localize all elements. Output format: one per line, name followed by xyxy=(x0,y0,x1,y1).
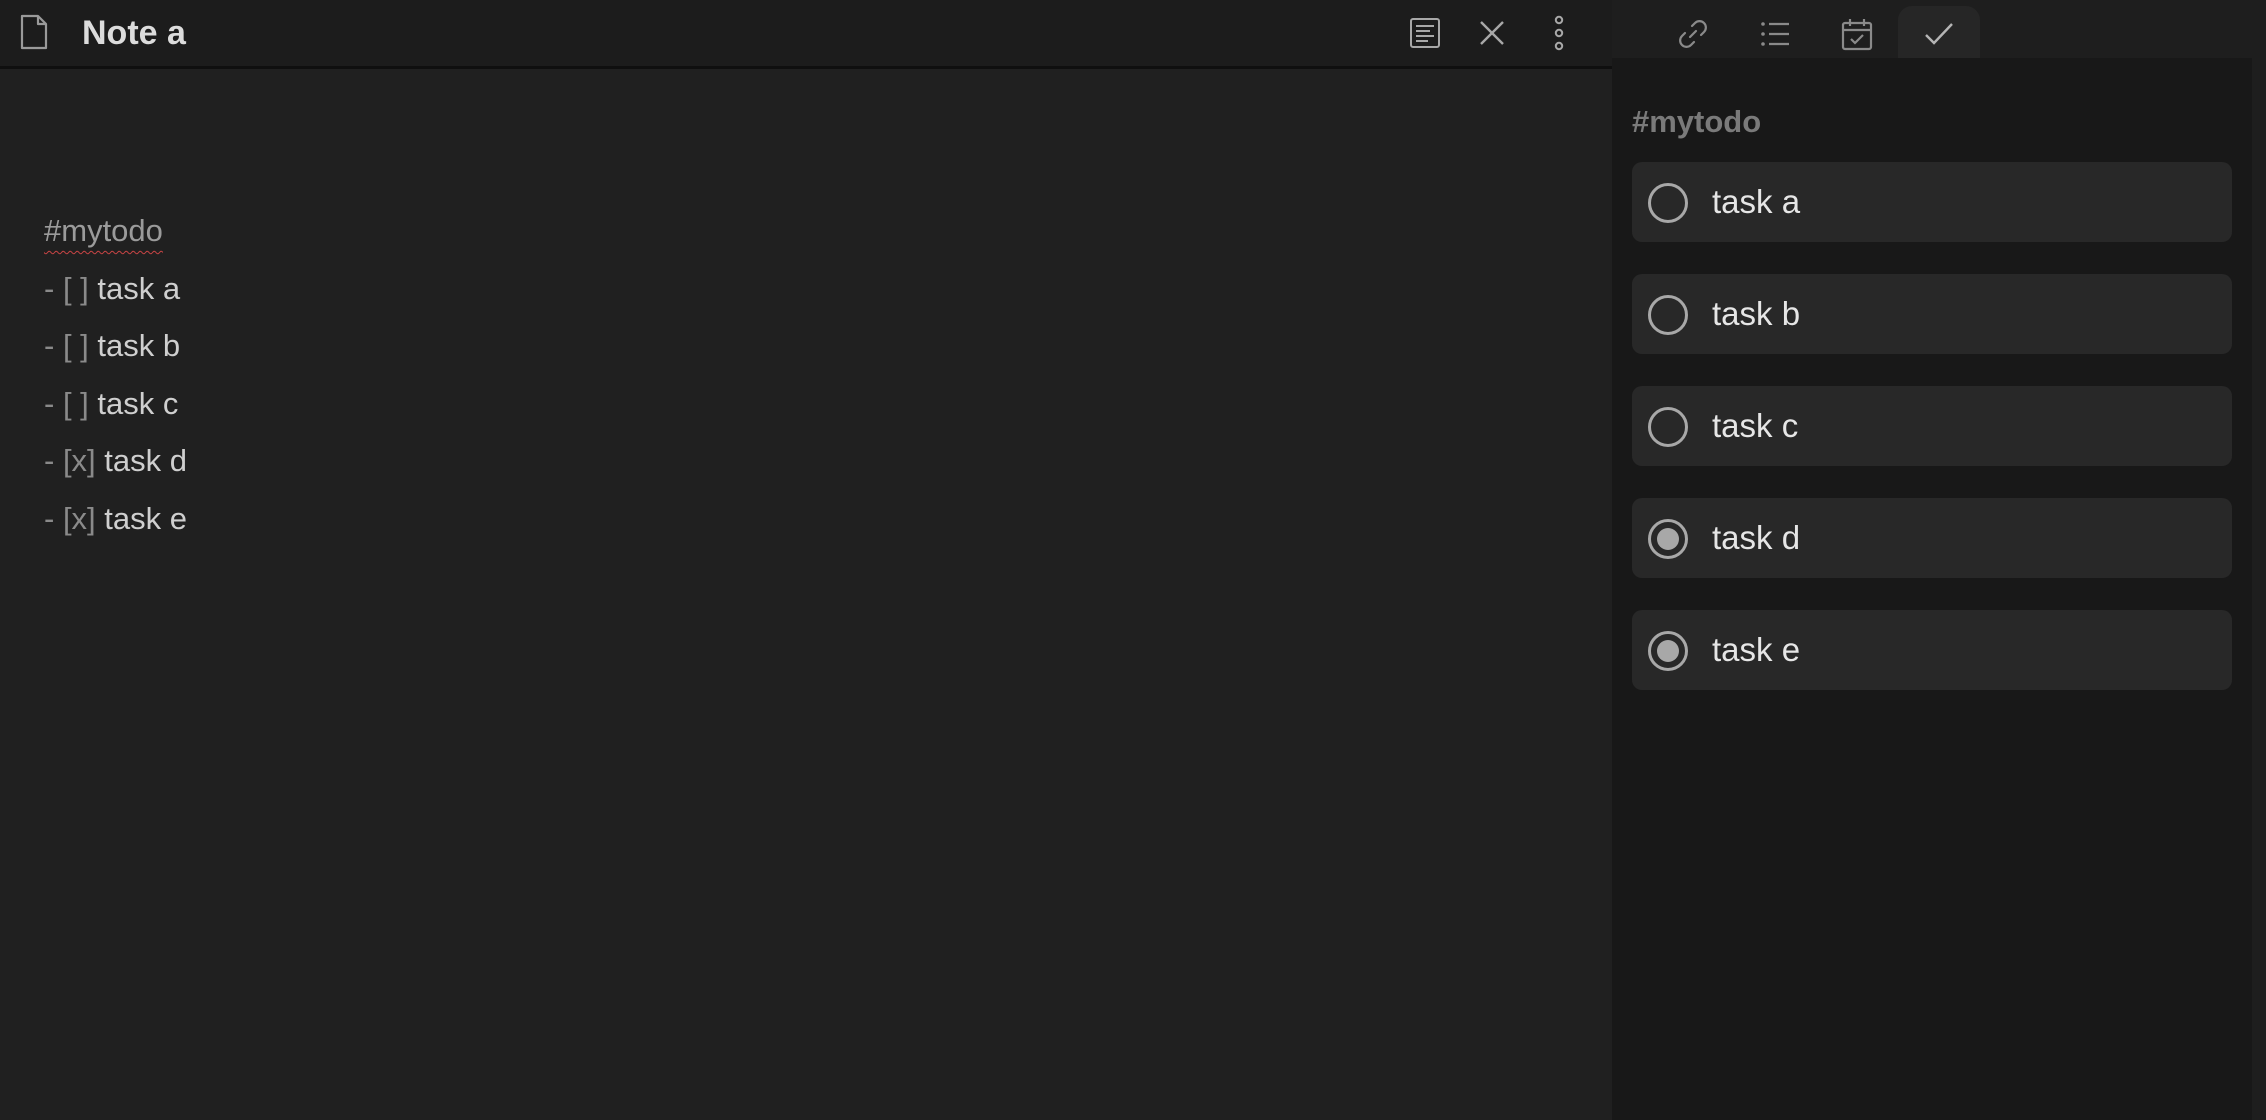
task-item[interactable]: task e xyxy=(1632,610,2232,690)
task-checkbox[interactable] xyxy=(1648,631,1688,671)
list-marker: - xyxy=(44,385,63,421)
note-title[interactable]: Note a xyxy=(82,10,186,56)
editor-line-task[interactable]: - [ ] task c xyxy=(44,381,187,439)
sidebar-edge xyxy=(2252,58,2266,1120)
note-editor[interactable]: #mytodo - [ ] task a - [ ] task b - [ ] … xyxy=(44,208,187,553)
list-marker: - xyxy=(44,500,63,536)
editor-line-tag[interactable]: #mytodo xyxy=(44,208,187,266)
tasks-tag-heading: #mytodo xyxy=(1632,104,1762,139)
checkbox-markup: [ ] xyxy=(62,385,89,421)
editor-pane: Note a #mytodo - [ ] task a - [] task b… xyxy=(0,0,1612,1120)
note-header: Note a xyxy=(0,0,1612,69)
task-item[interactable]: task a xyxy=(1632,162,2232,242)
editor-line-task[interactable]: - [ ] task b xyxy=(44,323,187,381)
task-item[interactable]: task b xyxy=(1632,274,2232,354)
tab-tasks[interactable] xyxy=(1898,6,1980,58)
task-checkbox[interactable] xyxy=(1648,519,1688,559)
reading-view-icon xyxy=(1410,18,1440,48)
task-checkbox[interactable] xyxy=(1648,407,1688,447)
task-label: task b xyxy=(1712,295,1801,332)
task-checkbox[interactable] xyxy=(1648,183,1688,223)
reading-view-button[interactable] xyxy=(1406,14,1444,52)
file-icon xyxy=(18,14,50,50)
tag-link[interactable]: #mytodo xyxy=(44,213,163,248)
task-text: task a xyxy=(88,270,181,306)
tab-backlinks[interactable] xyxy=(1652,6,1734,58)
checkbox-markup: [x] xyxy=(62,500,96,536)
checkmark-icon xyxy=(1925,23,1953,45)
tab-outline[interactable] xyxy=(1734,6,1816,58)
editor-line-task[interactable]: - [x] task d xyxy=(44,438,187,496)
task-checkbox[interactable] xyxy=(1648,295,1688,335)
list-marker: - xyxy=(44,270,63,306)
task-label: task a xyxy=(1712,183,1801,220)
close-icon xyxy=(1480,21,1504,45)
tab-calendar[interactable] xyxy=(1816,6,1898,58)
task-item[interactable]: task d xyxy=(1632,498,2232,578)
task-label: task d xyxy=(1712,519,1801,556)
task-item[interactable]: task c xyxy=(1632,386,2232,466)
task-label: task e xyxy=(1712,631,1801,668)
list-marker: - xyxy=(44,443,63,478)
close-button[interactable] xyxy=(1473,14,1511,52)
checkbox-markup: [ ] xyxy=(62,270,89,306)
calendar-check-icon xyxy=(1841,19,1873,51)
task-text: task b xyxy=(88,328,181,363)
list-marker: - xyxy=(44,328,63,363)
task-text: task d xyxy=(95,443,187,478)
list-icon xyxy=(1761,22,1789,46)
checkbox-markup: [ ] xyxy=(62,328,89,363)
more-options-icon xyxy=(1554,15,1564,51)
task-text: task c xyxy=(88,385,179,421)
more-options-button[interactable] xyxy=(1540,14,1578,52)
task-text: task e xyxy=(95,500,187,536)
task-list: task a task b task c task d task e xyxy=(1632,162,2232,722)
checkbox-markup: [x] xyxy=(62,443,96,478)
link-icon xyxy=(1679,20,1707,48)
editor-line-task[interactable]: - [ ] task a xyxy=(44,266,187,324)
task-label: task c xyxy=(1712,407,1799,444)
editor-line-task[interactable]: - [x] task e xyxy=(44,496,187,554)
